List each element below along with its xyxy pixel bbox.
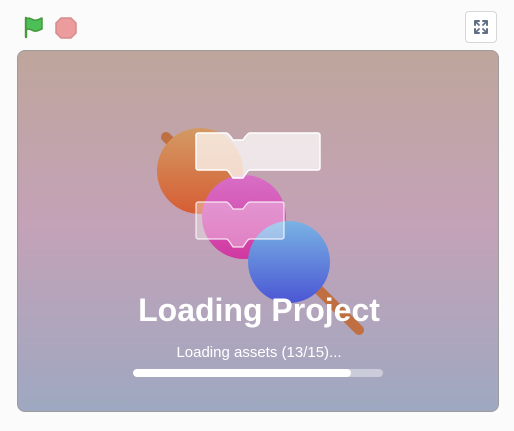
player-controls [0,0,514,50]
green-flag-icon [24,16,43,39]
stop-button[interactable] [53,15,79,41]
stop-sign-icon [55,17,77,39]
loading-progress-fill [133,369,351,377]
green-flag-button[interactable] [21,15,47,41]
loading-status: Loading assets (13/15)... [176,344,342,361]
fullscreen-icon [474,20,488,34]
loading-progress-bar [133,369,383,377]
fullscreen-button[interactable] [465,11,497,43]
loading-title: Loading Project [138,292,380,328]
project-stage[interactable]: Loading Project Loading assets (13/15)..… [17,50,499,412]
